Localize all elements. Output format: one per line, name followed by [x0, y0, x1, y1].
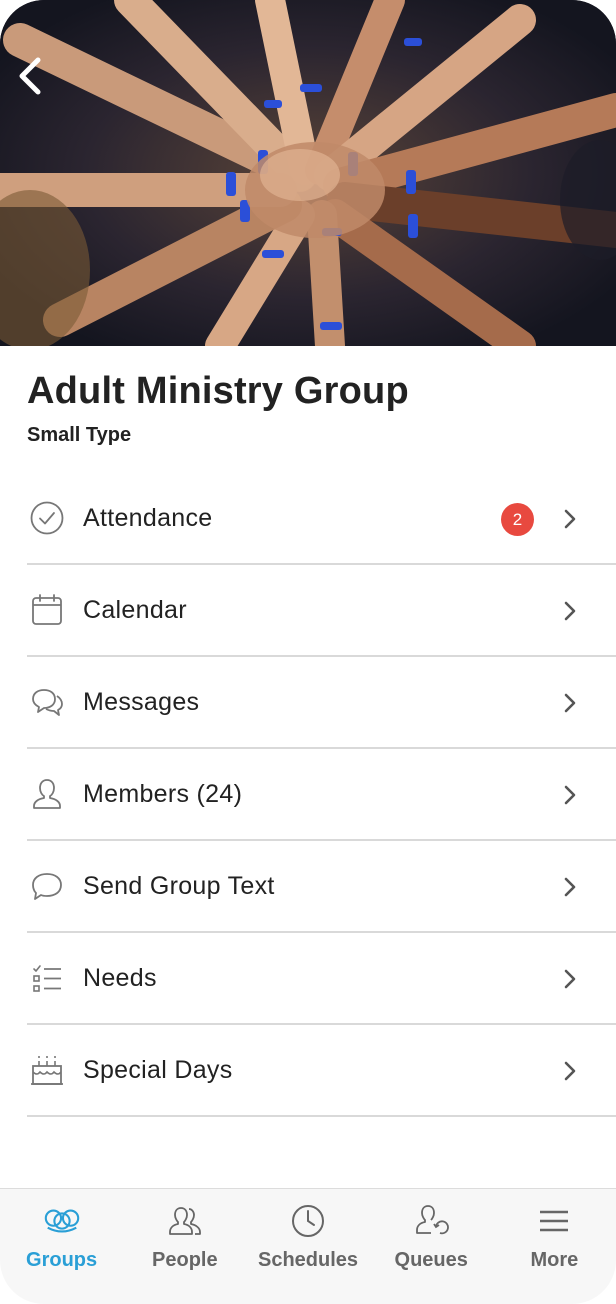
queues-icon: [411, 1203, 451, 1239]
menu-item-label: Calendar: [83, 595, 187, 624]
tab-label: Groups: [26, 1249, 98, 1271]
chevron-right-icon: [564, 509, 576, 529]
menu-icon: [534, 1203, 574, 1239]
tab-queues[interactable]: Queues: [370, 1189, 493, 1304]
back-button[interactable]: [16, 56, 64, 104]
tab-label: People: [152, 1249, 218, 1271]
menu-item-attendance[interactable]: Attendance 2: [27, 473, 616, 565]
tab-label: More: [530, 1249, 579, 1271]
back-arrow-icon: [19, 57, 41, 95]
chevron-right-icon: [564, 877, 576, 897]
tab-schedules[interactable]: Schedules: [246, 1189, 369, 1304]
hands-together-photo: [0, 0, 616, 346]
menu-item-calendar[interactable]: Calendar: [27, 565, 616, 657]
messages-icon: [27, 682, 67, 722]
menu-item-label: Attendance: [83, 503, 213, 532]
tab-label: Queues: [394, 1249, 468, 1271]
menu-item-send-group-text[interactable]: Send Group Text: [27, 841, 616, 933]
chevron-right-icon: [564, 969, 576, 989]
menu-item-label: Members (24): [83, 779, 243, 808]
group-menu: Attendance 2 Calendar Messages Members (…: [27, 473, 616, 1117]
menu-item-needs[interactable]: Needs: [27, 933, 616, 1025]
chevron-right-icon: [564, 785, 576, 805]
menu-item-special-days[interactable]: Special Days: [27, 1025, 616, 1117]
group-type: Small Type: [27, 424, 132, 446]
checklist-icon: [27, 958, 67, 998]
chevron-right-icon: [564, 601, 576, 621]
tab-more[interactable]: More: [493, 1189, 616, 1304]
menu-item-label: Special Days: [83, 1055, 233, 1084]
calendar-icon: [27, 590, 67, 630]
menu-item-messages[interactable]: Messages: [27, 657, 616, 749]
check-circle-icon: [27, 498, 67, 538]
groups-icon: [42, 1203, 82, 1239]
menu-item-label: Send Group Text: [83, 871, 275, 900]
tab-label: Schedules: [257, 1249, 359, 1271]
menu-item-label: Needs: [83, 963, 157, 992]
cake-icon: [27, 1050, 67, 1090]
group-title: Adult Ministry Group: [27, 370, 409, 412]
chevron-right-icon: [564, 693, 576, 713]
tab-people[interactable]: People: [123, 1189, 246, 1304]
bottom-tab-bar: Groups People Schedules Queues More: [0, 1188, 616, 1304]
screen: Adult Ministry Group Small Type Attendan…: [0, 0, 616, 1304]
people-icon: [165, 1203, 205, 1239]
clock-icon: [288, 1203, 328, 1239]
hero-image: [0, 0, 616, 346]
tab-groups[interactable]: Groups: [0, 1189, 123, 1304]
person-icon: [27, 774, 67, 814]
menu-item-members[interactable]: Members (24): [27, 749, 616, 841]
attendance-count-badge: 2: [501, 503, 534, 536]
chevron-right-icon: [564, 1061, 576, 1081]
menu-item-label: Messages: [83, 687, 200, 716]
speech-bubble-icon: [27, 866, 67, 906]
